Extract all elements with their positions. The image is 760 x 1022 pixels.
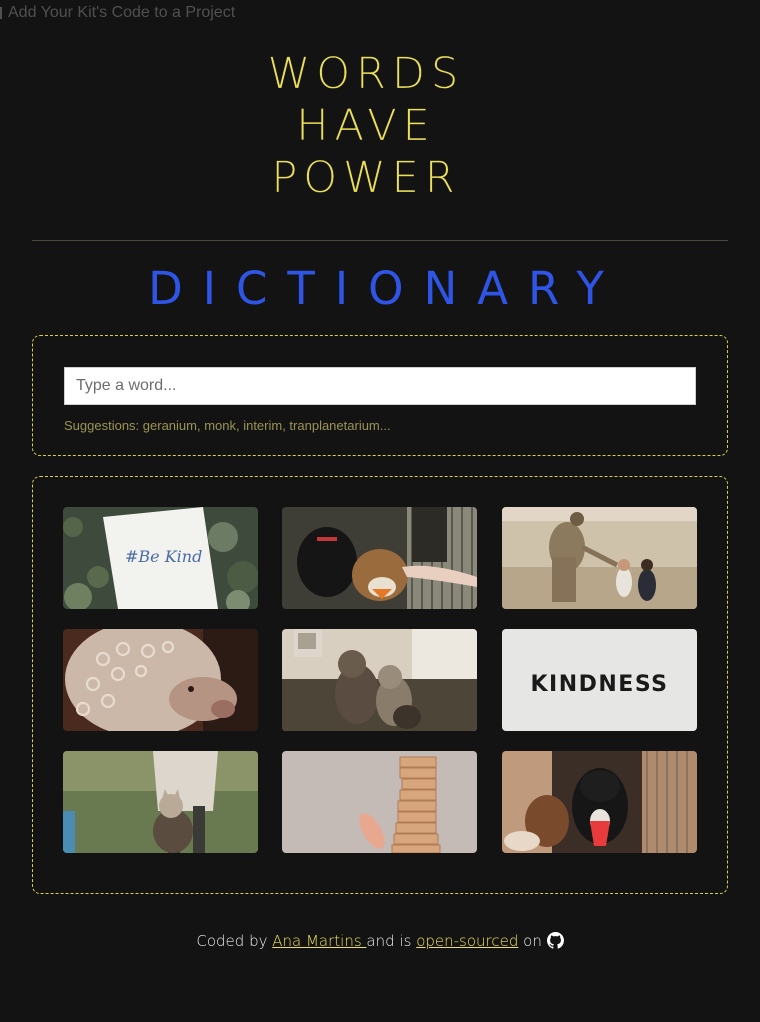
photo-curly-alpaca[interactable] [63, 629, 258, 731]
logo-line-3: POWER [271, 153, 461, 203]
search-input[interactable] [64, 367, 696, 405]
photo-cat-with-person[interactable] [63, 751, 258, 853]
font-icon [0, 7, 2, 19]
author-link[interactable]: Ana Martins [272, 932, 366, 950]
words-have-power-logo: WORDS HAVE POWER [260, 48, 472, 204]
search-section: Suggestions: geranium, monk, interim, tr… [32, 335, 728, 456]
kit-instructions-text: Add Your Kit's Code to a Project [8, 4, 236, 21]
search-suggestions: Suggestions: geranium, monk, interim, tr… [64, 418, 391, 433]
footer-middle: and is [366, 932, 412, 950]
image-gallery: #Be Kind KINDNESS [32, 476, 728, 894]
logo-line-2: HAVE [296, 101, 436, 151]
photo-wooden-blocks[interactable] [282, 751, 477, 853]
photo-cats-outdoors[interactable] [282, 629, 477, 731]
footer-suffix: on [523, 932, 542, 950]
open-sourced-link[interactable]: open-sourced [416, 932, 518, 950]
footer-prefix: Coded by [196, 932, 268, 950]
page-title: DICTIONARY [148, 262, 624, 315]
svg-text:#Be Kind: #Be Kind [125, 547, 202, 566]
page-footer: Coded by Ana Martins and is open-sourced… [0, 930, 760, 952]
github-icon[interactable] [546, 932, 564, 949]
header-divider [32, 240, 728, 241]
svg-text:KINDNESS: KINDNESS [530, 672, 668, 697]
logo-line-1: WORDS [267, 49, 465, 99]
kit-instructions-bar: Add Your Kit's Code to a Project [0, 2, 235, 24]
photo-soldier-children[interactable] [502, 507, 697, 609]
photo-be-kind-note[interactable]: #Be Kind [63, 507, 258, 609]
photo-dog-in-cage[interactable] [502, 751, 697, 853]
photo-kindness-text[interactable]: KINDNESS [502, 629, 697, 731]
photo-dogs-at-fence[interactable] [282, 507, 477, 609]
